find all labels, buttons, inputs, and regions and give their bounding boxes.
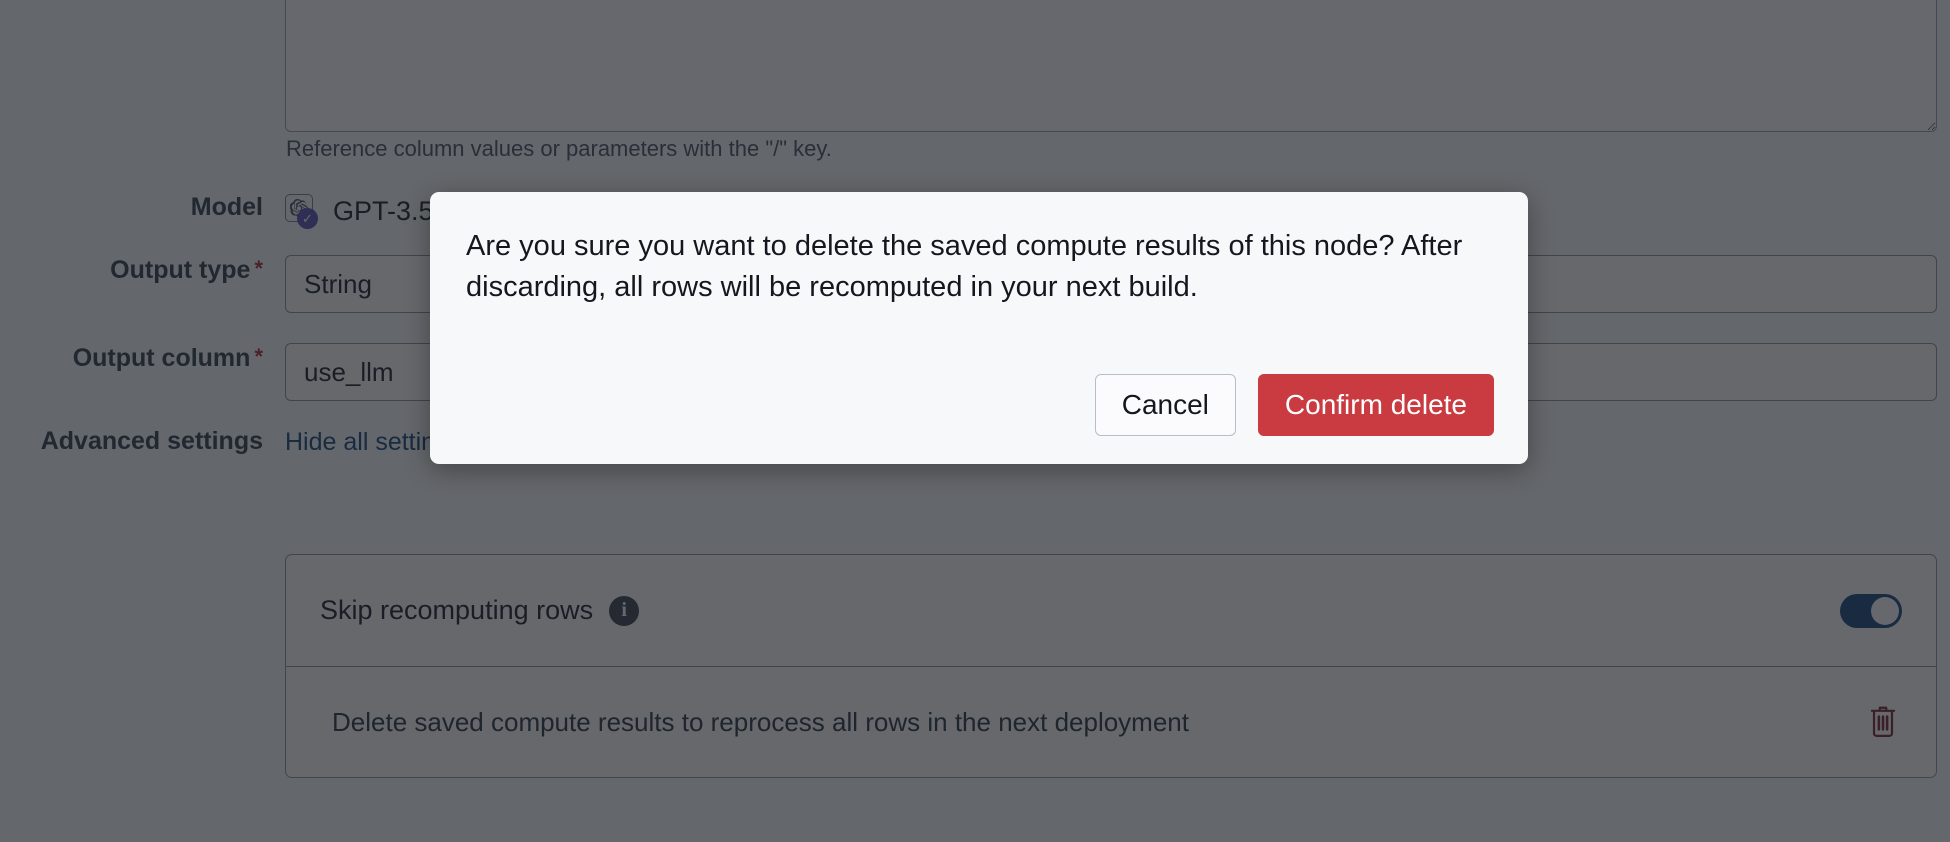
confirm-delete-button[interactable]: Confirm delete [1257, 374, 1494, 437]
confirm-delete-dialog: Are you sure you want to delete the save… [430, 192, 1528, 465]
dialog-message: Are you sure you want to delete the save… [466, 230, 1463, 304]
cancel-button[interactable]: Cancel [1094, 374, 1236, 437]
dialog-actions: Cancel Confirm delete [464, 374, 1494, 437]
